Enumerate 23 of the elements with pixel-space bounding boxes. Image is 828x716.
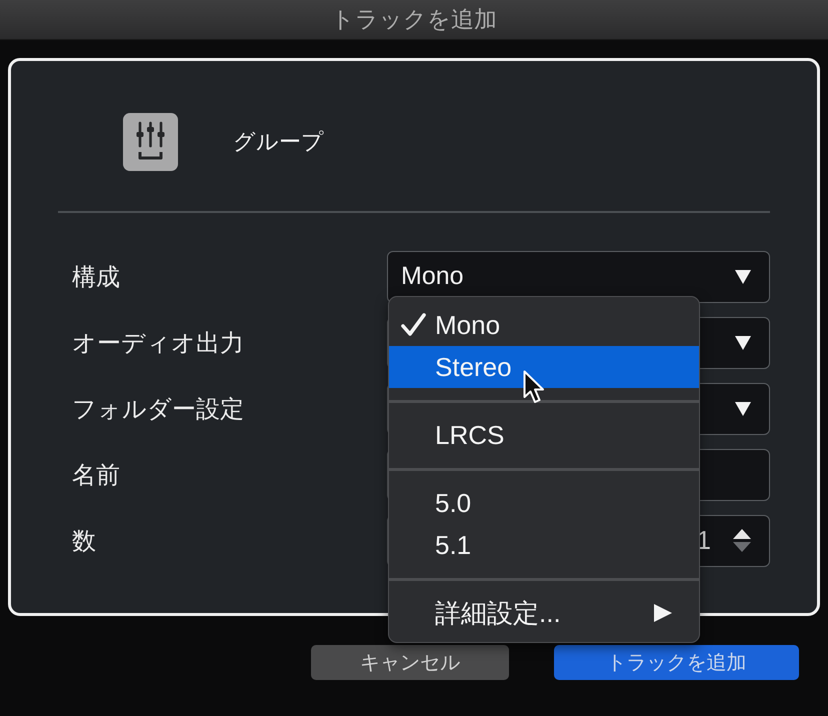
- menu-item[interactable]: Mono: [389, 304, 699, 346]
- caret-icon: [735, 402, 751, 416]
- up-arrow-icon[interactable]: [733, 529, 751, 539]
- caret-icon: [735, 336, 751, 350]
- menu-item[interactable]: 5.0: [389, 482, 699, 524]
- field-label: フォルダー設定: [72, 394, 245, 424]
- field-label: 名前: [72, 460, 121, 490]
- window-title: トラックを追加: [331, 5, 497, 34]
- field-label: オーディオ出力: [72, 328, 245, 358]
- menu-item[interactable]: Stereo: [389, 346, 699, 388]
- track-type-label: グループ: [233, 128, 324, 156]
- cancel-button[interactable]: キャンセル: [311, 645, 509, 680]
- field-label: 構成: [72, 262, 121, 292]
- mouse-pointer-icon: [523, 370, 546, 405]
- menu-item[interactable]: 5.1: [389, 524, 699, 566]
- dropdown-field[interactable]: Mono: [387, 250, 770, 302]
- field-label: 数: [72, 526, 97, 556]
- down-arrow-icon[interactable]: [733, 542, 751, 552]
- menu-item[interactable]: LRCS: [389, 414, 699, 456]
- caret-icon: [735, 270, 751, 284]
- mixer-sliders-icon: [123, 113, 178, 171]
- menu-item[interactable]: 詳細設定...: [389, 592, 699, 634]
- add-track-button[interactable]: トラックを追加: [554, 645, 799, 680]
